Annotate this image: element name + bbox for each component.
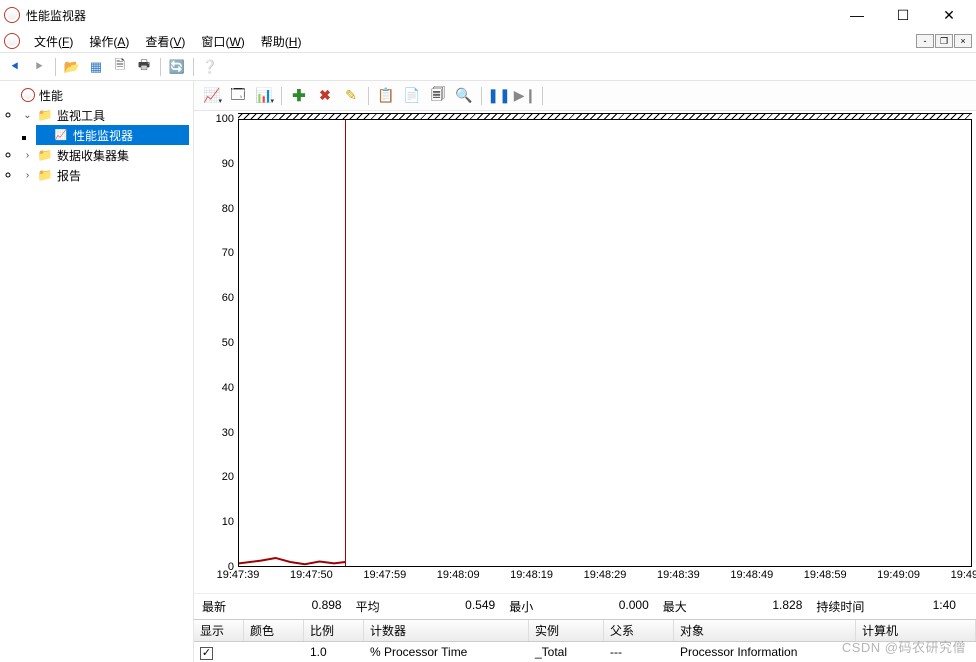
back-button[interactable]: ⯇: [4, 56, 26, 78]
tree-node-reports[interactable]: › 📁 报告: [20, 165, 189, 185]
view-current-button[interactable]: 📈▾: [200, 85, 224, 107]
graph-type-button[interactable]: 📊▾: [252, 85, 276, 107]
cell-object: Processor Information: [674, 645, 856, 659]
stat-avg-value: 0.549: [465, 598, 495, 615]
stat-avg-label: 平均: [356, 598, 380, 615]
mdi-restore-button[interactable]: ❐: [935, 34, 953, 48]
perfmon-icon: 📈: [53, 127, 69, 143]
tree-node-monitor-tools[interactable]: ⌄ 📁 监视工具: [20, 105, 189, 125]
perf-root-icon: [21, 88, 35, 102]
tree-node-data-collector[interactable]: › 📁 数据收集器集: [20, 145, 189, 165]
chart-series-line: [239, 120, 971, 566]
main-toolbar: ⯇ ⯈ 📂 ▦ 🗎 🖶 🔄 ❔: [0, 53, 976, 81]
chart-toolbar: 📈▾ 🗔 📊▾ ✚ ✖ ✎ 📋 📄 🗐 🔍 ❚❚ ▶❙: [194, 81, 976, 111]
menu-file[interactable]: 文件(F): [28, 31, 79, 52]
minimize-button[interactable]: —: [834, 0, 880, 30]
tree-label: 性能: [39, 87, 63, 104]
copy-button[interactable]: 📋: [374, 85, 398, 107]
export-button[interactable]: 🗎: [109, 56, 131, 78]
window-title: 性能监视器: [26, 7, 86, 24]
chevron-right-icon: ›: [22, 170, 33, 181]
up-button[interactable]: 📂: [61, 56, 83, 78]
app-icon: [4, 7, 20, 23]
tree-node-perf-monitor[interactable]: 📈 性能监视器: [36, 125, 189, 145]
stat-max-value: 1.828: [772, 598, 802, 615]
chevron-down-icon: [6, 90, 17, 101]
chart-cursor-line: [345, 120, 346, 566]
chart-plot[interactable]: [238, 119, 972, 567]
update-button[interactable]: ▶❙: [513, 85, 537, 107]
add-counter-button[interactable]: ✚: [287, 85, 311, 107]
maximize-button[interactable]: ☐: [880, 0, 926, 30]
col-counter[interactable]: 计数器: [364, 620, 529, 641]
menu-window[interactable]: 窗口(W): [195, 31, 250, 52]
tree-label: 数据收集器集: [57, 147, 129, 164]
folder-icon: 📁: [37, 147, 53, 163]
chart-top-hatch: [238, 113, 972, 120]
col-show[interactable]: 显示: [194, 620, 244, 641]
mdi-minimize-button[interactable]: -: [916, 34, 934, 48]
stat-latest-label: 最新: [202, 598, 226, 615]
highlight-button[interactable]: ✎: [339, 85, 363, 107]
paste-button[interactable]: 📄: [400, 85, 424, 107]
forward-button[interactable]: ⯈: [28, 56, 50, 78]
col-object[interactable]: 对象: [674, 620, 856, 641]
title-bar: 性能监视器 — ☐ ✕: [0, 0, 976, 30]
counter-table: 显示 颜色 比例 计数器 实例 父系 对象 计算机 ✓ 1.0 % Proces…: [194, 619, 976, 662]
freeze-button[interactable]: ❚❚: [487, 85, 511, 107]
menu-help[interactable]: 帮助(H): [255, 31, 308, 52]
menu-action[interactable]: 操作(A): [83, 31, 135, 52]
close-button[interactable]: ✕: [926, 0, 972, 30]
menu-bar: 文件(F) 操作(A) 查看(V) 窗口(W) 帮助(H) - ❐ ×: [0, 30, 976, 53]
stat-dur-value: 1:40: [933, 598, 956, 615]
stat-min-label: 最小: [509, 598, 533, 615]
col-scale[interactable]: 比例: [304, 620, 364, 641]
y-axis: 1009080706050403020100: [202, 119, 238, 567]
menu-view[interactable]: 查看(V): [139, 31, 191, 52]
col-instance[interactable]: 实例: [529, 620, 604, 641]
chevron-right-icon: ›: [22, 150, 33, 161]
stat-dur-label: 持续时间: [816, 598, 864, 615]
content-pane: 📈▾ 🗔 📊▾ ✚ ✖ ✎ 📋 📄 🗐 🔍 ❚❚ ▶❙ 100908070605…: [194, 81, 976, 662]
zoom-button[interactable]: 🔍: [452, 85, 476, 107]
stat-latest-value: 0.898: [312, 598, 342, 615]
cell-counter: % Processor Time: [364, 645, 529, 659]
show-checkbox[interactable]: ✓: [200, 647, 213, 660]
delete-counter-button[interactable]: ✖: [313, 85, 337, 107]
app-menu-icon: [4, 33, 20, 49]
stat-min-value: 0.000: [619, 598, 649, 615]
stat-max-label: 最大: [663, 598, 687, 615]
clear-display-button[interactable]: 🗔: [226, 85, 250, 107]
print-button[interactable]: 🖶: [133, 56, 155, 78]
show-hide-tree-button[interactable]: ▦: [85, 56, 107, 78]
col-parent[interactable]: 父系: [604, 620, 674, 641]
counter-table-header[interactable]: 显示 颜色 比例 计数器 实例 父系 对象 计算机: [194, 620, 976, 642]
col-color[interactable]: 颜色: [244, 620, 304, 641]
tree-label: 性能监视器: [73, 127, 133, 144]
workspace: 性能 ⌄ 📁 监视工具 📈: [0, 81, 976, 662]
chevron-down-icon: ⌄: [22, 110, 33, 121]
folder-icon: 📁: [37, 167, 53, 183]
cell-parent: ---: [604, 645, 674, 659]
properties-button[interactable]: 🗐: [426, 85, 450, 107]
folder-icon: 📁: [37, 107, 53, 123]
chart-area[interactable]: 1009080706050403020100 19:47:3919:47:501…: [194, 111, 976, 593]
col-computer[interactable]: 计算机: [856, 620, 976, 641]
tree-label: 报告: [57, 167, 81, 184]
help-button[interactable]: ❔: [199, 56, 221, 78]
tree-node-performance[interactable]: 性能: [4, 85, 189, 105]
refresh-button[interactable]: 🔄: [166, 56, 188, 78]
mdi-close-button[interactable]: ×: [954, 34, 972, 48]
cell-scale: 1.0: [304, 645, 364, 659]
tree-label: 监视工具: [57, 107, 105, 124]
cell-instance: _Total: [529, 645, 604, 659]
stats-bar: 最新 0.898 平均 0.549 最小 0.000 最大 1.828 持续时间 1:40: [194, 593, 976, 619]
counter-table-row[interactable]: ✓ 1.0 % Processor Time _Total --- Proces…: [194, 642, 976, 662]
x-axis: 19:47:3919:47:5019:47:5919:48:0919:48:19…: [238, 567, 972, 585]
spacer: [38, 130, 49, 141]
navigation-tree[interactable]: 性能 ⌄ 📁 监视工具 📈: [0, 81, 194, 662]
